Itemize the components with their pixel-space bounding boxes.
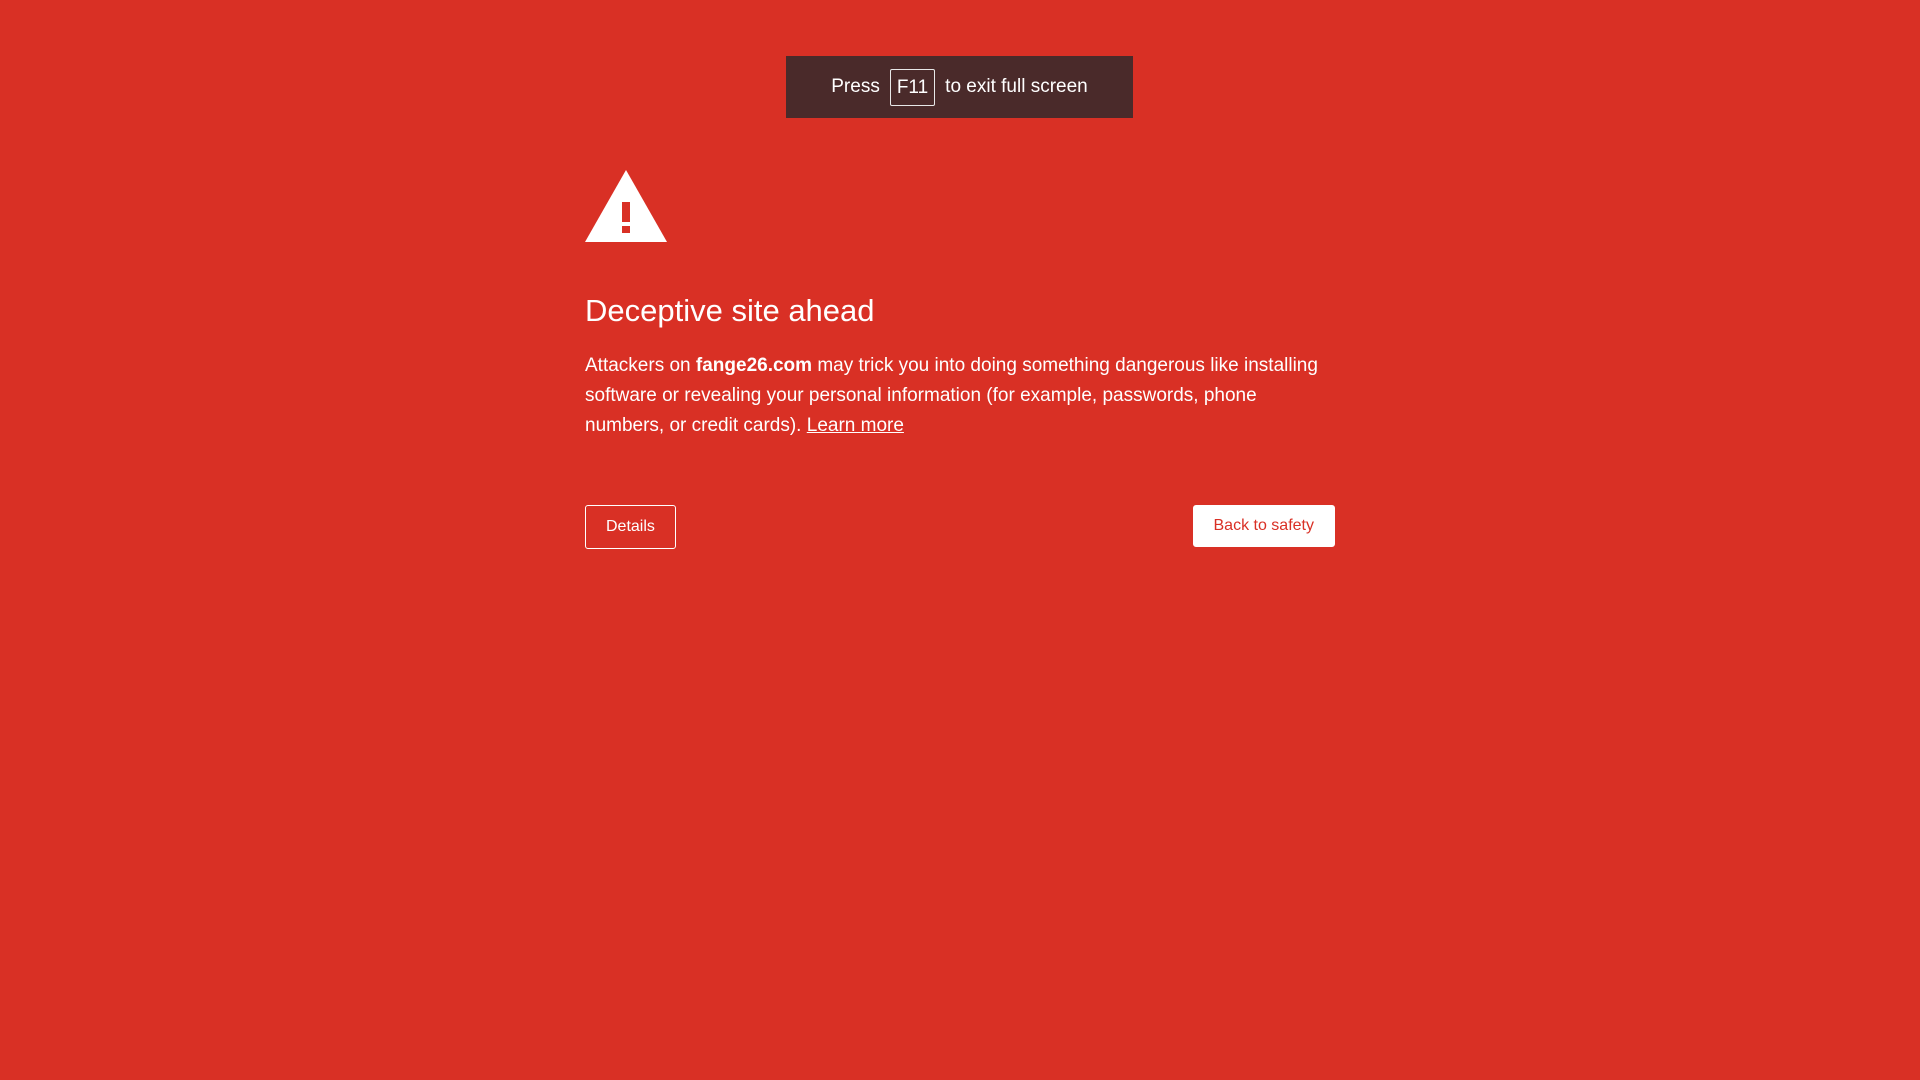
learn-more-link[interactable]: Learn more <box>807 415 904 436</box>
details-button[interactable]: Details <box>585 505 676 550</box>
page-title: Deceptive site ahead <box>585 293 875 328</box>
back-to-safety-button[interactable]: Back to safety <box>1192 505 1335 548</box>
description-text-before: Attackers on <box>585 355 696 377</box>
fullscreen-exit-notice: Press F11 to exit full screen <box>786 56 1133 118</box>
fullscreen-notice-suffix: to exit full screen <box>945 76 1088 97</box>
warning-content: Deceptive site ahead Attackers on fange2… <box>585 170 1335 551</box>
button-row: Details Back to safety <box>585 505 1335 551</box>
f11-key-badge: F11 <box>889 68 936 106</box>
site-domain: fange26.com <box>695 355 813 377</box>
warning-triangle-icon <box>585 170 667 242</box>
warning-description: Attackers on fange26.com may trick you i… <box>585 351 1335 441</box>
interstitial-page: Press F11 to exit full screen Deceptive … <box>0 0 1920 1080</box>
fullscreen-notice-prefix: Press <box>831 76 880 97</box>
